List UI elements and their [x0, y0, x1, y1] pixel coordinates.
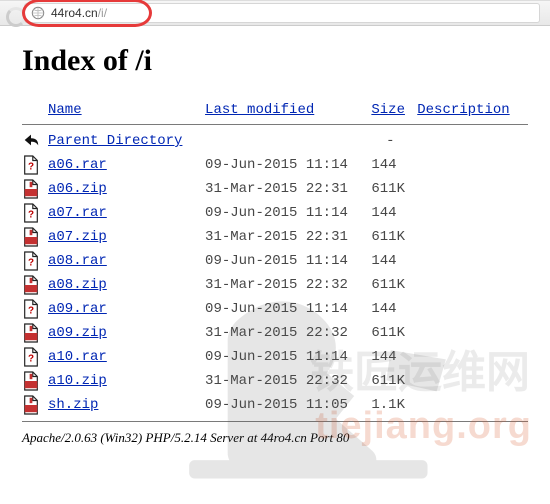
file-link[interactable]: a09.rar — [48, 301, 107, 317]
file-link[interactable]: a06.rar — [48, 157, 107, 173]
svg-text:?: ? — [28, 162, 34, 173]
file-link[interactable]: a10.rar — [48, 349, 107, 365]
sort-desc-link[interactable]: Description — [417, 102, 509, 118]
file-link[interactable]: a07.zip — [48, 229, 107, 245]
file-link[interactable]: a08.zip — [48, 277, 107, 293]
file-listing-table: Name Last modified Size Description Pare… — [22, 100, 528, 426]
file-lastmod: 09-Jun-2015 11:14 — [205, 345, 371, 369]
parent-size: - — [371, 129, 417, 153]
unknown-file-icon: ? — [22, 299, 40, 319]
table-row: ? a06.rar 09-Jun-2015 11:14144 — [22, 153, 528, 177]
unknown-file-icon: ? — [22, 203, 40, 223]
sort-name-link[interactable]: Name — [48, 102, 82, 118]
file-link[interactable]: sh.zip — [48, 397, 98, 413]
server-signature: Apache/2.0.63 (Win32) PHP/5.2.14 Server … — [22, 430, 528, 446]
sort-lastmod-link[interactable]: Last modified — [205, 102, 314, 118]
file-size: 144 — [371, 201, 417, 225]
globe-icon — [31, 6, 45, 20]
file-size: 144 — [371, 153, 417, 177]
table-row: ? a07.rar 09-Jun-2015 11:14144 — [22, 201, 528, 225]
file-size: 144 — [371, 297, 417, 321]
svg-text:?: ? — [28, 258, 34, 269]
svg-text:?: ? — [28, 354, 34, 365]
file-size: 611K — [371, 273, 417, 297]
file-lastmod: 31-Mar-2015 22:31 — [205, 225, 371, 249]
file-link[interactable]: a09.zip — [48, 325, 107, 341]
unknown-file-icon: ? — [22, 155, 40, 175]
file-size: 611K — [371, 369, 417, 393]
parent-directory-link[interactable]: Parent Directory — [48, 133, 182, 149]
table-row: sh.zip 09-Jun-2015 11:051.1K — [22, 393, 528, 417]
table-row: a08.zip 31-Mar-2015 22:32611K — [22, 273, 528, 297]
file-size: 611K — [371, 321, 417, 345]
package-icon — [22, 395, 40, 415]
table-row: a07.zip 31-Mar-2015 22:31611K — [22, 225, 528, 249]
table-row: a10.zip 31-Mar-2015 22:32611K — [22, 369, 528, 393]
package-icon — [22, 323, 40, 343]
address-bar: 44ro4.cn/i/ — [0, 0, 550, 26]
url-field[interactable]: 44ro4.cn/i/ — [24, 3, 540, 23]
package-icon — [22, 275, 40, 295]
table-row: ? a09.rar 09-Jun-2015 11:14144 — [22, 297, 528, 321]
page-body: 铁匠运维网 tiejiang.org Index of /i Name Last… — [0, 26, 550, 456]
file-lastmod: 09-Jun-2015 11:14 — [205, 153, 371, 177]
svg-text:?: ? — [28, 210, 34, 221]
file-link[interactable]: a06.zip — [48, 181, 107, 197]
table-row: ? a08.rar 09-Jun-2015 11:14144 — [22, 249, 528, 273]
package-icon — [22, 227, 40, 247]
unknown-file-icon: ? — [22, 251, 40, 271]
back-icon — [22, 131, 40, 151]
page-title: Index of /i — [22, 44, 528, 78]
sort-size-link[interactable]: Size — [371, 102, 405, 118]
file-lastmod: 31-Mar-2015 22:32 — [205, 369, 371, 393]
file-lastmod: 09-Jun-2015 11:14 — [205, 297, 371, 321]
file-lastmod: 09-Jun-2015 11:14 — [205, 249, 371, 273]
file-lastmod: 31-Mar-2015 22:32 — [205, 321, 371, 345]
file-link[interactable]: a10.zip — [48, 373, 107, 389]
package-icon — [22, 371, 40, 391]
file-link[interactable]: a08.rar — [48, 253, 107, 269]
table-row: a09.zip 31-Mar-2015 22:32611K — [22, 321, 528, 345]
file-lastmod: 09-Jun-2015 11:14 — [205, 201, 371, 225]
file-size: 611K — [371, 225, 417, 249]
file-link[interactable]: a07.rar — [48, 205, 107, 221]
file-size: 611K — [371, 177, 417, 201]
file-lastmod: 31-Mar-2015 22:32 — [205, 273, 371, 297]
table-row: ? a10.rar 09-Jun-2015 11:14144 — [22, 345, 528, 369]
unknown-file-icon: ? — [22, 347, 40, 367]
file-size: 144 — [371, 249, 417, 273]
table-row-parent: Parent Directory - — [22, 129, 528, 153]
url-host: 44ro4.cn — [51, 6, 98, 20]
package-icon — [22, 179, 40, 199]
file-size: 144 — [371, 345, 417, 369]
file-size: 1.1K — [371, 393, 417, 417]
file-lastmod: 31-Mar-2015 22:31 — [205, 177, 371, 201]
svg-text:?: ? — [28, 306, 34, 317]
table-header: Name Last modified Size Description — [22, 100, 528, 120]
file-lastmod: 09-Jun-2015 11:05 — [205, 393, 371, 417]
table-row: a06.zip 31-Mar-2015 22:31611K — [22, 177, 528, 201]
url-path: /i/ — [98, 6, 107, 20]
